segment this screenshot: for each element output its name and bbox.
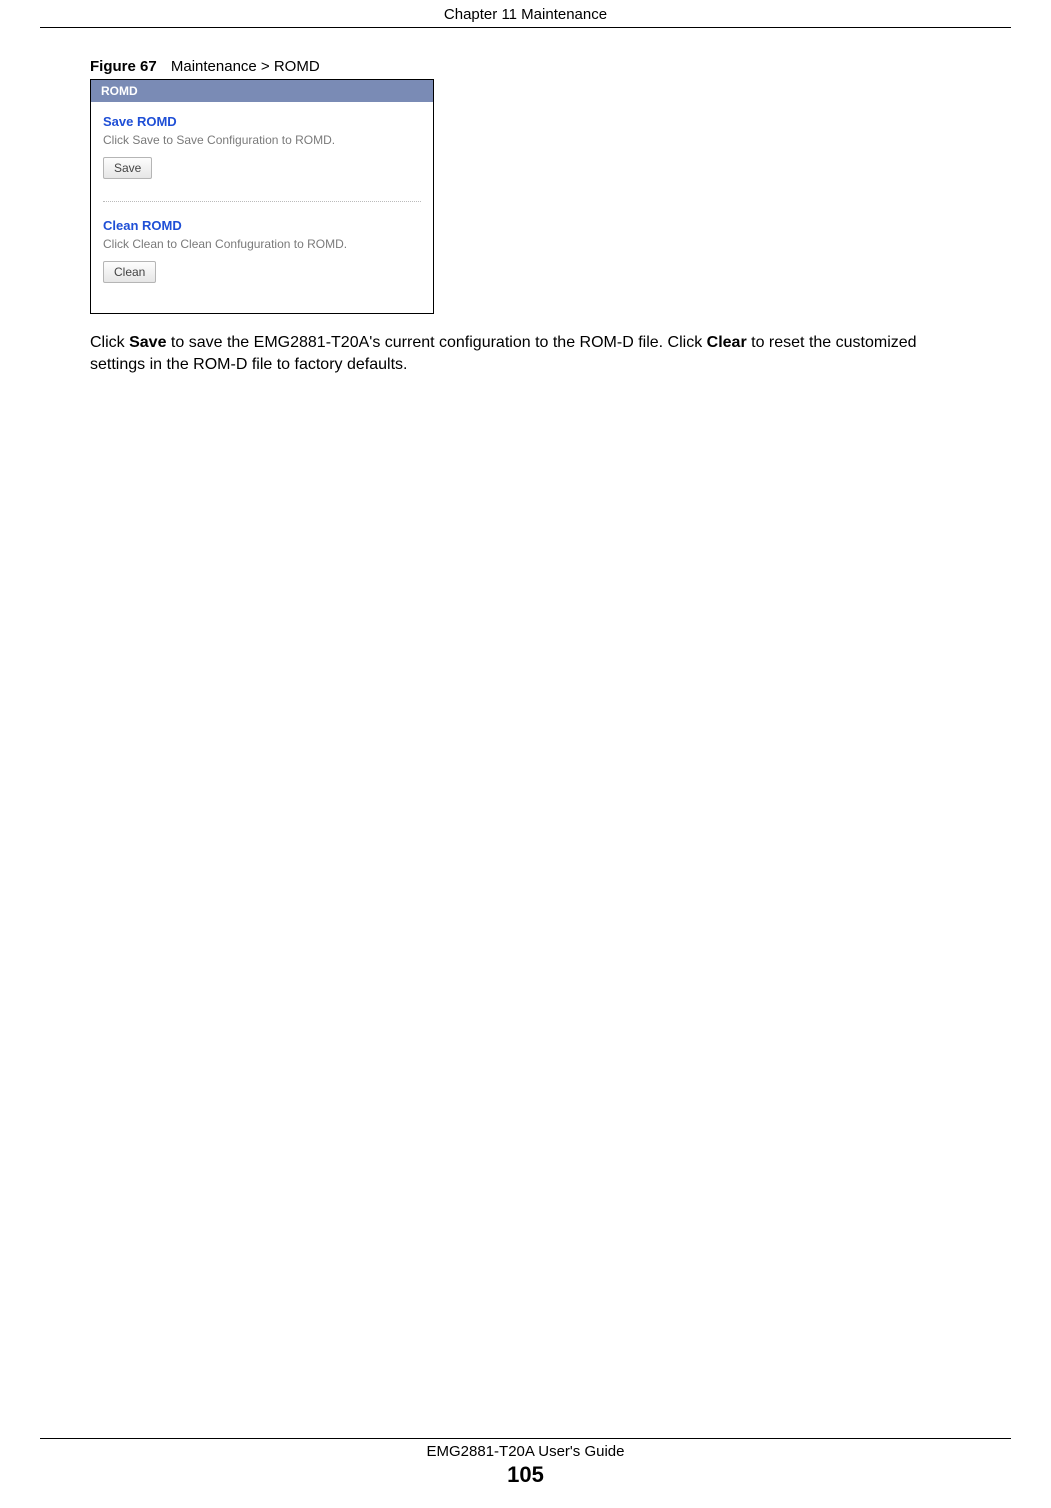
footer-guide-title: EMG2881-T20A User's Guide — [40, 1443, 1011, 1460]
para-bold-clear: Clear — [707, 334, 747, 351]
romd-panel-body: Save ROMD Click Save to Save Configurati… — [91, 102, 433, 313]
clean-button[interactable]: Clean — [103, 261, 156, 283]
footer-page-number: 105 — [40, 1462, 1011, 1488]
romd-panel-header: ROMD — [91, 80, 433, 102]
figure-caption: Figure 67 Maintenance > ROMD — [90, 58, 961, 75]
page-footer: EMG2881-T20A User's Guide 105 — [40, 1438, 1011, 1488]
figure-label: Figure 67 — [90, 58, 157, 75]
para-text-c: to save the EMG2881-T20A's current confi… — [166, 334, 706, 351]
page-content: Figure 67 Maintenance > ROMD ROMD Save R… — [40, 28, 1011, 1508]
page-header: Chapter 11 Maintenance — [40, 0, 1011, 28]
para-bold-save: Save — [129, 334, 166, 351]
clean-romd-title: Clean ROMD — [103, 218, 421, 233]
clean-romd-desc: Click Clean to Clean Confuguration to RO… — [103, 237, 421, 251]
para-text-a: Click — [90, 334, 129, 351]
chapter-title: Chapter 11 Maintenance — [444, 6, 607, 23]
save-button[interactable]: Save — [103, 157, 152, 179]
section-divider — [103, 201, 421, 202]
figure-caption-text: Maintenance > ROMD — [171, 58, 320, 75]
save-romd-desc: Click Save to Save Configuration to ROMD… — [103, 133, 421, 147]
romd-panel-title: ROMD — [91, 84, 138, 98]
romd-screenshot: ROMD Save ROMD Click Save to Save Config… — [90, 79, 434, 314]
save-romd-title: Save ROMD — [103, 114, 421, 129]
footer-rule — [40, 1438, 1011, 1439]
body-paragraph: Click Save to save the EMG2881-T20A's cu… — [90, 332, 961, 375]
